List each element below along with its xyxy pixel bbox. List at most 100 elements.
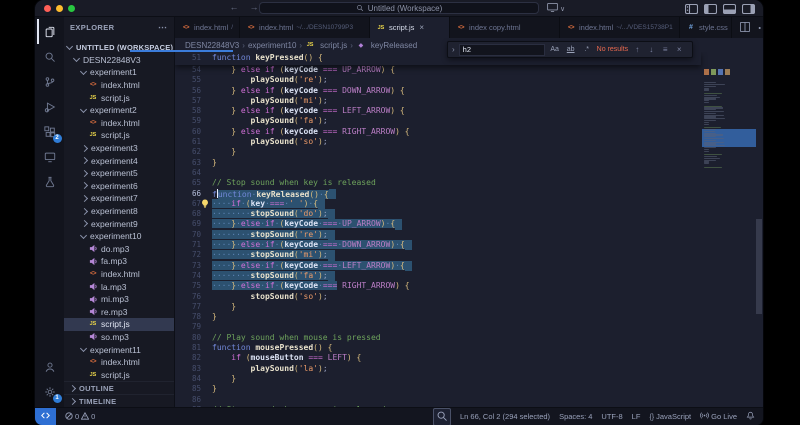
status-go-live[interactable]: Go Live	[700, 411, 737, 422]
code-line-85[interactable]: 85}	[175, 384, 701, 394]
explorer-icon[interactable]	[37, 19, 63, 44]
code-editor[interactable]: DESN22848V3 › experiment10 › JS script.js › ◆ ke…	[175, 38, 763, 407]
testing-icon[interactable]	[37, 169, 63, 194]
status-indentation[interactable]: Spaces: 4	[559, 412, 592, 421]
line-number[interactable]: 58	[175, 106, 201, 116]
code-line-75[interactable]: 75 ····}·else·if·(keyCode·=== RIGHT_ARROW…	[175, 281, 701, 291]
folder-tree-item[interactable]: experiment3	[64, 142, 174, 155]
line-number[interactable]: 85	[175, 384, 201, 394]
line-number[interactable]: 55	[175, 75, 201, 85]
regex-toggle[interactable]: .*	[581, 46, 593, 53]
status-cursor-position[interactable]: Ln 66, Col 2 (294 selected)	[460, 412, 550, 421]
file-tree-item[interactable]: <> index.html	[64, 79, 174, 92]
close-tab-icon[interactable]: ×	[419, 23, 424, 32]
folder-tree-item[interactable]: experiment2	[64, 104, 174, 117]
sticky-line-51[interactable]: 51 function keyPressed() {	[175, 53, 323, 63]
code-line-73[interactable]: 73 ····}·else·if·(keyCode·===·LEFT_ARROW)…	[175, 260, 701, 271]
line-number[interactable]: 80	[175, 333, 201, 343]
timeline-section[interactable]: TIMELINE	[64, 394, 174, 407]
minimap[interactable]	[702, 66, 756, 196]
code-line-61[interactable]: 61 playSound('so');	[175, 137, 701, 147]
remote-explorer-icon[interactable]	[37, 144, 63, 169]
status-language[interactable]: {} JavaScript	[649, 412, 691, 421]
file-tree-item[interactable]: mi.mp3	[64, 293, 174, 306]
status-eol[interactable]: LF	[632, 412, 641, 421]
find-previous-button[interactable]: ↑	[632, 45, 642, 54]
line-number[interactable]: 59	[175, 116, 201, 126]
code-line-79[interactable]: 79	[175, 322, 701, 332]
line-number[interactable]: 81	[175, 343, 201, 353]
code-line-59[interactable]: 59 playSound('fa');	[175, 116, 701, 126]
code-line-67[interactable]: 67 ····if·(key·===·' ')·{	[175, 198, 701, 210]
split-editor-icon[interactable]	[739, 19, 751, 37]
code-line-57[interactable]: 57 playSound('mi');	[175, 96, 701, 106]
line-number[interactable]: 75	[175, 281, 201, 291]
file-tree-item[interactable]: JS script.js	[64, 318, 174, 331]
code-line-63[interactable]: 63}	[175, 158, 701, 168]
code-line-74[interactable]: 74 ········stopSound('fa');	[175, 270, 701, 282]
code-line-78[interactable]: 78}	[175, 312, 701, 322]
code-line-83[interactable]: 83 playSound('la');	[175, 364, 701, 374]
match-case-toggle[interactable]: Aa	[549, 46, 561, 53]
code-line-81[interactable]: 81 function mousePressed() {	[175, 343, 701, 353]
tab-index-html[interactable]: <> index.html /	[175, 17, 240, 38]
code-line-76[interactable]: 76 stopSound('so');	[175, 292, 701, 302]
tab-index-html[interactable]: <> index.html ~/.../VDES15738P1	[560, 17, 680, 38]
line-number[interactable]: 87	[175, 405, 201, 407]
close-find-button[interactable]: ×	[674, 45, 684, 54]
file-tree-item[interactable]: JS script.js	[64, 368, 174, 381]
code-line-87[interactable]: 87 // Stop sound when mouse is released	[175, 405, 701, 407]
code-line-80[interactable]: 80 // Play sound when mouse is pressed	[175, 333, 701, 343]
file-tree-item[interactable]: <> index.html	[64, 356, 174, 369]
find-next-button[interactable]: ↓	[646, 45, 656, 54]
folder-tree-item[interactable]: experiment5	[64, 167, 174, 180]
folder-tree-item[interactable]: experiment4	[64, 154, 174, 167]
file-tree-item[interactable]: JS script.js	[64, 129, 174, 142]
code-line-66[interactable]: 66 function·keyReleased()·{	[175, 188, 701, 199]
code-line-70[interactable]: 70 ········stopSound('re');	[175, 229, 701, 241]
code-line-64[interactable]: 64	[175, 168, 701, 178]
line-number[interactable]: 73	[175, 261, 201, 271]
line-number[interactable]: 61	[175, 137, 201, 147]
navigate-back-button[interactable]: ←	[227, 2, 241, 12]
status-notifications[interactable]	[746, 411, 755, 422]
line-number[interactable]: 79	[175, 322, 201, 332]
tab-index-html[interactable]: <> index.html ~/.../DESN10799P3	[240, 17, 370, 38]
line-number[interactable]: 66	[175, 189, 201, 199]
toggle-secondary-sidebar-icon[interactable]	[742, 4, 755, 14]
file-tree-item[interactable]: la.mp3	[64, 280, 174, 293]
code-line-84[interactable]: 84 }	[175, 374, 701, 384]
code-line-55[interactable]: 55 playSound('re');	[175, 75, 701, 85]
code-line-58[interactable]: 58 } else if (keyCode === LEFT_ARROW) {	[175, 106, 701, 116]
search-icon[interactable]	[37, 44, 63, 69]
line-number[interactable]: 84	[175, 374, 201, 384]
code-line-71[interactable]: 71 ····}·else·if·(keyCode·===·DOWN_ARROW)…	[175, 240, 701, 251]
line-number[interactable]: 51	[175, 53, 201, 63]
line-number[interactable]: 77	[175, 302, 201, 312]
code-line-82[interactable]: 82 if (mouseButton === LEFT) {	[175, 353, 701, 363]
file-tree-item[interactable]: JS script.js	[64, 91, 174, 104]
code-line-54[interactable]: 54 } else if (keyCode === UP_ARROW) {	[175, 65, 701, 75]
line-number[interactable]: 65	[175, 178, 201, 188]
code-line-69[interactable]: 69 ····}·else·if·(keyCode·===·UP_ARROW)·{	[175, 219, 701, 230]
find-input[interactable]	[458, 43, 545, 56]
breadcrumb-item[interactable]: DESN22848V3	[185, 41, 239, 50]
explorer-actions-button[interactable]: ⋯	[158, 22, 168, 33]
zoom-window-button[interactable]	[68, 5, 75, 12]
whole-word-toggle[interactable]: ab	[565, 46, 577, 53]
line-number[interactable]: 69	[175, 219, 201, 229]
line-number[interactable]: 78	[175, 312, 201, 322]
file-tree-item[interactable]: do.mp3	[64, 243, 174, 256]
settings-icon[interactable]: 1	[37, 379, 63, 404]
toggle-sidebar-icon[interactable]	[704, 4, 717, 14]
customize-layout-icon[interactable]	[685, 4, 698, 14]
folder-tree-item[interactable]: experiment8	[64, 205, 174, 218]
breadcrumb-item[interactable]: experiment10	[248, 41, 296, 50]
file-tree-item[interactable]: re.mp3	[64, 305, 174, 318]
line-number[interactable]: 74	[175, 271, 201, 281]
folder-tree-item[interactable]: experiment7	[64, 192, 174, 205]
find-in-selection-button[interactable]: ≡	[660, 45, 670, 54]
line-number[interactable]: 70	[175, 230, 201, 240]
code-line-62[interactable]: 62 }	[175, 147, 701, 157]
status-status-search[interactable]	[433, 407, 451, 425]
